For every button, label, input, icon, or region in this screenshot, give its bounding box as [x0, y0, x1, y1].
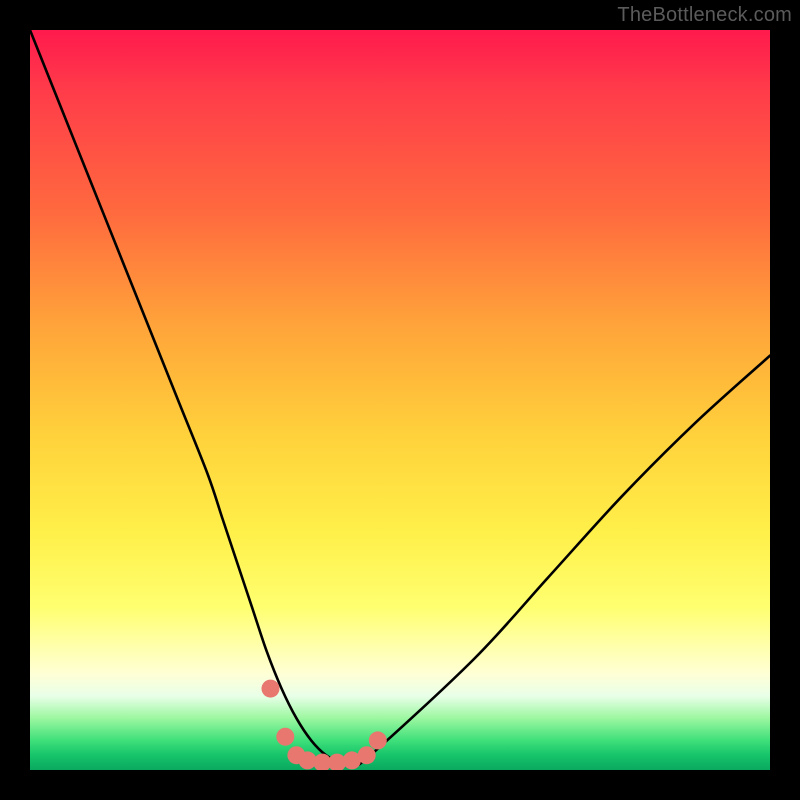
chart-svg [30, 30, 770, 770]
chart-frame: TheBottleneck.com [0, 0, 800, 800]
bottom-dot [262, 680, 280, 698]
watermark-text: TheBottleneck.com [617, 4, 792, 27]
chart-plot-area [30, 30, 770, 770]
bottom-dot [358, 746, 376, 764]
bottom-dot [276, 728, 294, 746]
bottom-dot [369, 731, 387, 749]
bottleneck-curve [30, 30, 770, 765]
bottom-dots-group [262, 680, 387, 770]
